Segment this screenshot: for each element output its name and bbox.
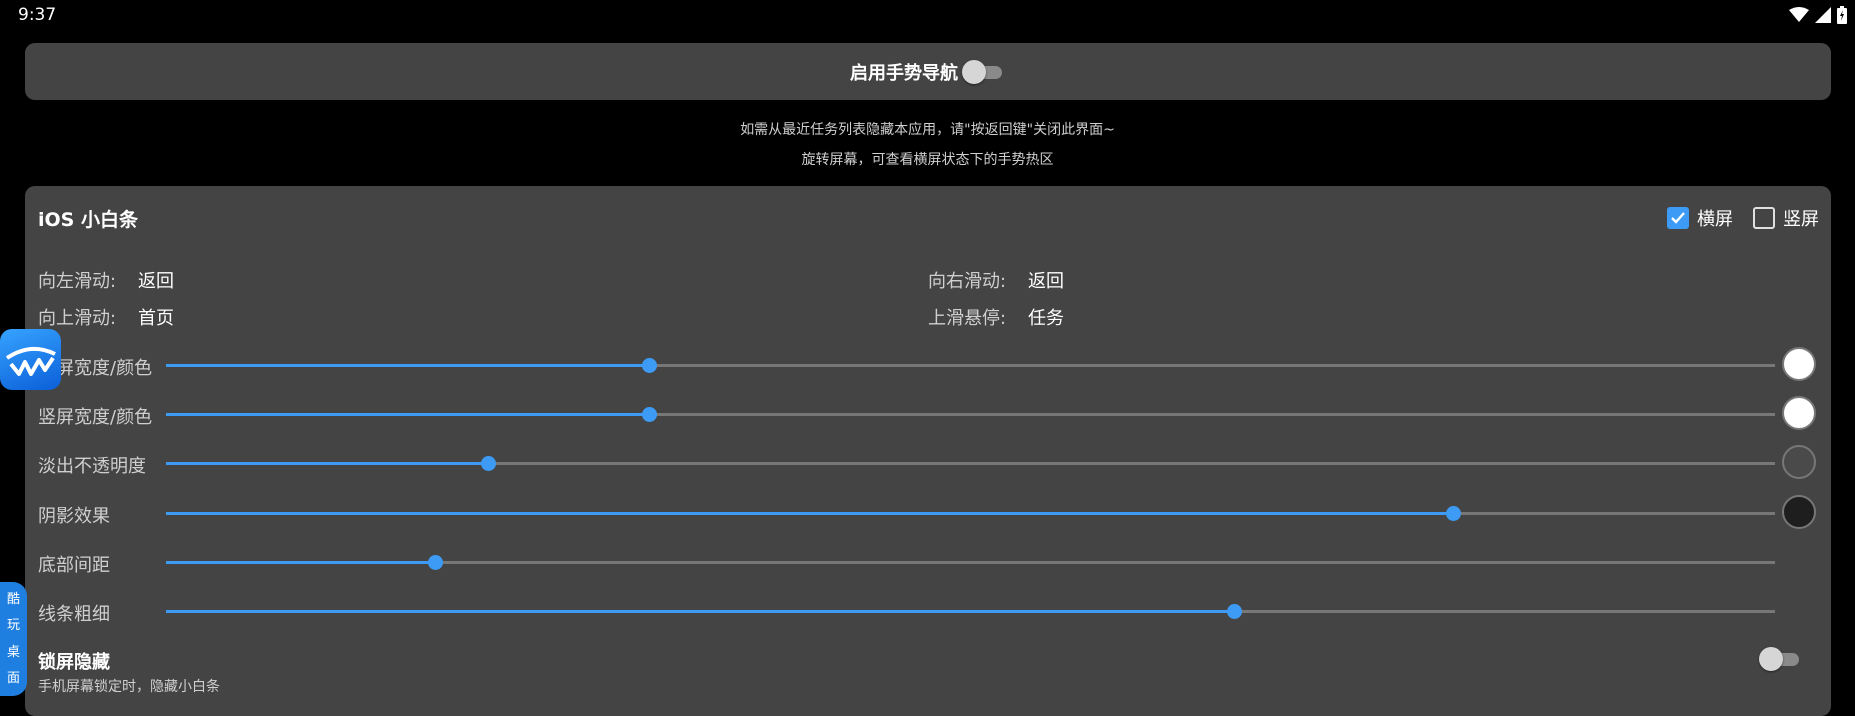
slider-label: 淡出不透明度 <box>38 456 146 477</box>
slider-thumb[interactable] <box>480 456 496 471</box>
slider-row-line-thickness: 线条粗细 <box>25 589 1831 633</box>
checkbox-checked-icon <box>1667 207 1689 229</box>
slider-label: 底部间距 <box>38 555 110 576</box>
lock-hide-description: 手机屏幕锁定时，隐藏小白条 <box>38 679 220 695</box>
action-value: 返回 <box>1028 271 1064 292</box>
side-tab-char: 玩 <box>6 618 20 634</box>
slider-row-shadow: 阴影效果 <box>25 491 1831 535</box>
status-bar: 9:37 <box>0 0 1855 30</box>
slider-fill <box>166 462 488 465</box>
action-value: 返回 <box>138 271 174 292</box>
slider-row-landscape-width: 横屏宽度/颜色 <box>25 343 1831 387</box>
action-key: 向上滑动: <box>38 308 117 329</box>
ios-bar-settings-card: iOS 小白条 横屏 竖屏 向左滑动: 返回 向右滑动: 返回 向上滑动: 首页… <box>25 186 1831 716</box>
slider-thumb[interactable] <box>427 555 443 570</box>
portrait-width-slider[interactable] <box>166 407 1775 422</box>
slider-label: 阴影效果 <box>38 506 110 527</box>
action-value: 任务 <box>1028 308 1064 329</box>
switch-thumb <box>1759 647 1783 671</box>
slider-fill <box>166 364 649 367</box>
action-swipe-right[interactable]: 向右滑动: 返回 <box>928 267 1064 293</box>
action-value: 首页 <box>138 308 174 329</box>
fade-opacity-slider[interactable] <box>166 456 1775 471</box>
action-key: 向左滑动: <box>38 271 117 292</box>
action-swipe-up[interactable]: 向上滑动: 首页 <box>38 304 174 330</box>
gesture-nav-card: 启用手势导航 <box>25 43 1831 100</box>
switch-thumb <box>962 59 986 84</box>
slider-fill <box>166 610 1235 613</box>
landscape-checkbox[interactable]: 横屏 <box>1667 205 1733 231</box>
lock-hide-title: 锁屏隐藏 <box>38 652 110 673</box>
side-tab-char: 桌 <box>6 644 20 660</box>
slider-row-bottom-margin: 底部间距 <box>25 540 1831 584</box>
shadow-color-swatch[interactable] <box>1782 495 1816 529</box>
action-key: 上滑悬停: <box>928 308 1007 329</box>
slider-thumb[interactable] <box>1227 604 1243 619</box>
hint-rotate-screen: 旋转屏幕，可查看横屏状态下的手势热区 <box>801 152 1054 168</box>
action-swipe-left[interactable]: 向左滑动: 返回 <box>38 267 174 293</box>
side-tab-char: 面 <box>6 671 20 687</box>
battery-icon <box>1837 6 1847 24</box>
portrait-label: 竖屏 <box>1783 209 1819 230</box>
slider-row-portrait-width: 竖屏宽度/颜色 <box>25 392 1831 436</box>
action-key: 向右滑动: <box>928 271 1007 292</box>
slider-thumb[interactable] <box>641 358 657 373</box>
landscape-label: 横屏 <box>1697 209 1733 230</box>
wifi-icon <box>1789 7 1809 22</box>
status-icons <box>1789 6 1847 24</box>
bottom-margin-slider[interactable] <box>166 555 1775 570</box>
app-logo-icon <box>5 346 56 376</box>
line-thickness-slider[interactable] <box>166 604 1775 619</box>
slider-row-fade-opacity: 淡出不透明度 <box>25 441 1831 485</box>
floating-app-icon[interactable] <box>0 329 61 390</box>
action-swipe-up-hold[interactable]: 上滑悬停: 任务 <box>928 304 1064 330</box>
hint-recent-tasks: 如需从最近任务列表隐藏本应用，请"按返回键"关闭此界面~ <box>740 122 1115 138</box>
lock-hide-switch[interactable] <box>1759 646 1803 672</box>
shadow-slider[interactable] <box>166 506 1775 521</box>
fade-color-swatch[interactable] <box>1782 445 1816 479</box>
portrait-color-swatch[interactable] <box>1782 396 1816 430</box>
side-tab-char: 酷 <box>6 591 20 607</box>
card-title: iOS 小白条 <box>38 209 138 231</box>
slider-label: 线条粗细 <box>38 604 110 625</box>
status-time: 9:37 <box>18 5 57 25</box>
slider-fill <box>166 512 1454 515</box>
portrait-checkbox[interactable]: 竖屏 <box>1753 205 1819 231</box>
slider-thumb[interactable] <box>641 407 657 422</box>
slider-label: 竖屏宽度/颜色 <box>38 407 153 428</box>
landscape-width-slider[interactable] <box>166 358 1775 373</box>
slider-fill <box>166 561 435 564</box>
checkbox-unchecked-icon <box>1753 207 1775 229</box>
gesture-nav-label: 启用手势导航 <box>850 62 958 84</box>
slider-thumb[interactable] <box>1446 506 1462 521</box>
landscape-color-swatch[interactable] <box>1782 347 1816 381</box>
side-tab-cool-desktop[interactable]: 酷 玩 桌 面 <box>0 582 27 696</box>
gesture-nav-switch[interactable] <box>962 59 1006 85</box>
signal-icon <box>1815 7 1831 23</box>
slider-fill <box>166 413 649 416</box>
